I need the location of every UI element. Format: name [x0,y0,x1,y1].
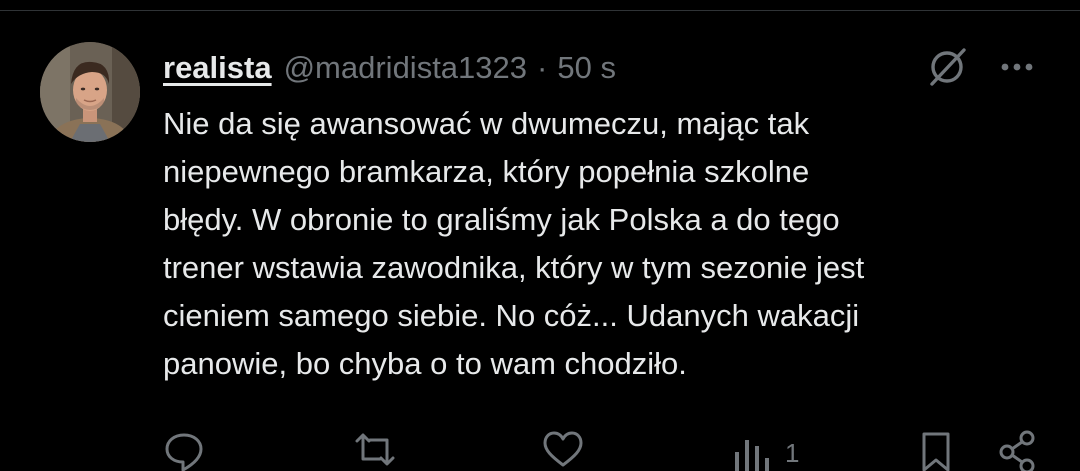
tweet-text: Nie da się awansować w dwumeczu, mając t… [163,106,865,381]
separator-dot: · [537,50,548,85]
avatar-photo [40,42,140,142]
timestamp[interactable]: 50 s [557,48,616,88]
views-icon [735,440,769,471]
views-count: 1 [785,438,800,468]
action-bar: 1 [0,428,1080,471]
share-button[interactable] [996,428,1040,471]
like-icon [543,431,583,467]
like-button[interactable] [541,428,585,471]
avatar[interactable] [40,42,140,142]
retweet-icon [355,433,395,466]
tweet-header: realista @madridista1323 · 50 s [163,48,616,88]
top-divider [0,10,1080,11]
bookmark-button[interactable] [916,428,956,471]
display-name[interactable]: realista [163,48,272,88]
share-icon [999,430,1035,471]
more-icon[interactable] [996,52,1040,82]
reply-button[interactable] [162,428,206,471]
bookmark-icon [922,432,950,471]
views-button[interactable]: 1 [731,428,799,471]
user-handle[interactable]: @madridista1323 [284,48,527,88]
grok-icon[interactable] [926,44,970,88]
reply-icon [165,433,203,471]
retweet-button[interactable] [352,428,398,471]
